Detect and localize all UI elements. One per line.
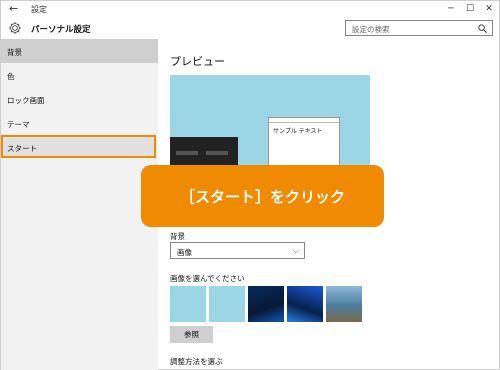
- gear-icon: [9, 22, 21, 34]
- settings-window: ← 設定 ─ ☐ ✕ パーソナル設定 設定の検索 背景 色 ロック画面 テーマ …: [0, 0, 500, 370]
- picture-thumbnail[interactable]: [326, 286, 362, 322]
- sidebar-item-color[interactable]: 色: [1, 63, 158, 87]
- window-title: 設定: [31, 5, 47, 14]
- search-input[interactable]: 設定の検索: [345, 20, 493, 36]
- background-label: 背景: [170, 232, 185, 241]
- page-title: パーソナル設定: [31, 25, 91, 35]
- sidebar-item-label: テーマ: [7, 120, 30, 129]
- sidebar-item-label: 色: [7, 72, 15, 81]
- sidebar-item-themes[interactable]: テーマ: [1, 111, 158, 135]
- background-select[interactable]: 画像 ⌵: [170, 242, 305, 259]
- sidebar-item-start[interactable]: スタート: [1, 135, 156, 158]
- preview-window-bar: [269, 118, 339, 123]
- page-header: パーソナル設定 設定の検索: [1, 17, 499, 39]
- back-arrow-icon[interactable]: ←: [9, 2, 18, 15]
- sidebar-item-label: スタート: [7, 144, 37, 153]
- maximize-button[interactable]: ☐: [460, 2, 480, 16]
- title-bar: ← 設定 ─ ☐ ✕: [1, 1, 499, 17]
- close-button[interactable]: ✕: [479, 2, 499, 16]
- sidebar-item-background[interactable]: 背景: [1, 39, 158, 63]
- preview-heading: プレビュー: [170, 55, 225, 68]
- background-select-value: 画像: [177, 248, 192, 257]
- instruction-callout: ［スタート］をクリック: [141, 165, 384, 227]
- sidebar: 背景 色 ロック画面 テーマ: [1, 39, 158, 370]
- picture-thumbnail[interactable]: [248, 286, 284, 322]
- callout-text: ［スタート］をクリック: [179, 188, 345, 206]
- preview-tile: [176, 151, 198, 155]
- search-icon[interactable]: [477, 23, 488, 34]
- browse-button[interactable]: 参照: [170, 326, 213, 343]
- sample-text: サンプル テキスト: [273, 128, 323, 135]
- choose-picture-label: 画像を選んでください: [170, 274, 245, 283]
- fit-label: 調整方法を選ぶ: [170, 357, 223, 366]
- chevron-down-icon: ⌵: [292, 246, 299, 255]
- picture-thumbnail[interactable]: [209, 286, 245, 322]
- sidebar-item-label: ロック画面: [7, 96, 45, 105]
- minimize-button[interactable]: ─: [441, 2, 461, 16]
- search-placeholder: 設定の検索: [352, 25, 390, 34]
- preview-tile: [206, 151, 228, 155]
- picture-thumbnail[interactable]: [170, 286, 206, 322]
- sidebar-item-lock-screen[interactable]: ロック画面: [1, 87, 158, 111]
- picture-thumbnail[interactable]: [287, 286, 323, 322]
- sidebar-item-label: 背景: [7, 48, 22, 57]
